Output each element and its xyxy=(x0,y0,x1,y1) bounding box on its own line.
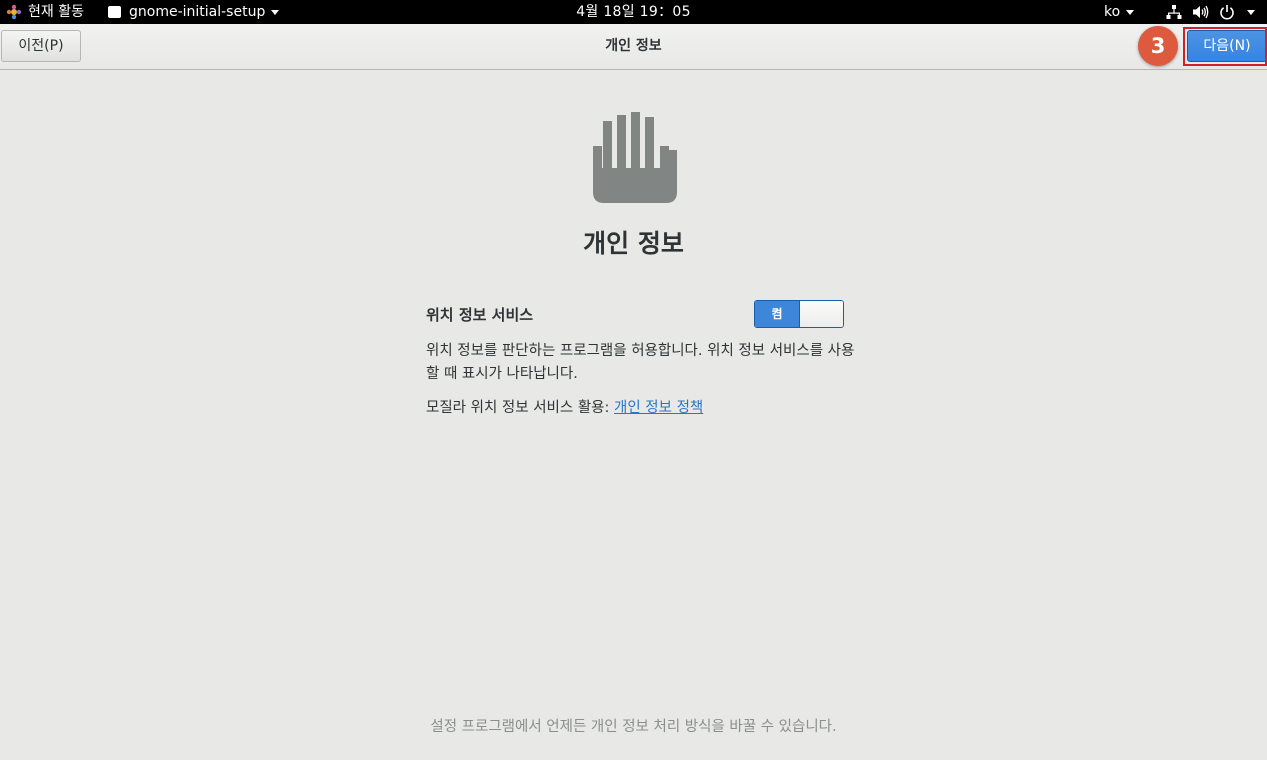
privacy-hand-icon xyxy=(593,112,677,203)
location-services-switch[interactable]: 켬 xyxy=(754,300,844,328)
chevron-down-icon xyxy=(1247,9,1255,15)
policy-line: 모질라 위치 정보 서비스 활용: 개인 정보 정책 xyxy=(426,396,703,417)
location-description: 위치 정보를 판단하는 프로그램을 허용합니다. 위치 정보 서비스를 사용할 … xyxy=(426,343,855,382)
header-bar: 개인 정보 이전(P) 다음(N) xyxy=(0,24,1267,70)
page-heading: 개인 정보 xyxy=(583,229,684,258)
clock[interactable]: 4월 18일 19：05 xyxy=(0,0,1267,24)
privacy-policy-link[interactable]: 개인 정보 정책 xyxy=(614,400,703,416)
top-bar: 현재 활동 gnome-initial-setup 4월 18일 19：05 k… xyxy=(0,0,1267,24)
chevron-down-icon xyxy=(1126,9,1135,15)
footer-note: 설정 프로그램에서 언제든 개인 정보 처리 방식을 바꿀 수 있습니다. xyxy=(430,719,837,735)
volume-icon xyxy=(1193,5,1209,19)
switch-on-label: 켬 xyxy=(755,301,800,327)
next-button[interactable]: 다음(N) xyxy=(1187,30,1267,62)
network-icon xyxy=(1166,5,1182,19)
language-label: ko xyxy=(1104,3,1121,20)
header-title: 개인 정보 xyxy=(605,38,662,54)
system-tray[interactable] xyxy=(1166,0,1255,24)
power-icon xyxy=(1220,5,1234,20)
back-button[interactable]: 이전(P) xyxy=(1,30,81,62)
switch-knob[interactable] xyxy=(800,301,843,327)
language-indicator[interactable]: ko xyxy=(1104,0,1135,24)
clock-label: 4월 18일 19：05 xyxy=(576,3,691,20)
location-services-label: 위치 정보 서비스 xyxy=(426,306,534,324)
policy-prefix: 모질라 위치 정보 서비스 활용: xyxy=(426,400,615,416)
step-badge: 3 xyxy=(1138,26,1178,66)
